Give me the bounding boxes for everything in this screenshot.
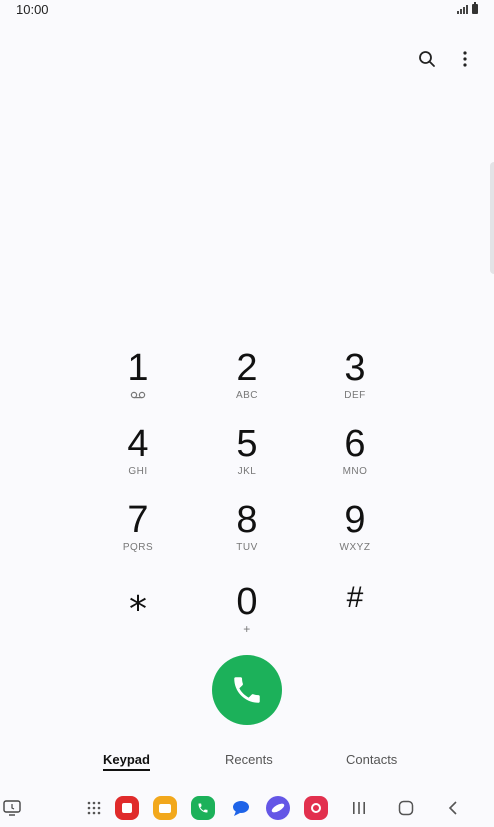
key-letters: MNO xyxy=(342,466,368,477)
key-7[interactable]: 7 PQRS xyxy=(84,500,192,570)
key-letters: TUV xyxy=(236,542,258,553)
messages-icon[interactable] xyxy=(227,794,255,822)
key-letters: GHI xyxy=(128,466,148,477)
key-0[interactable]: 0 + xyxy=(193,576,301,646)
key-digit: 9 xyxy=(344,499,366,541)
app-drawer-icon[interactable] xyxy=(80,794,108,822)
recent-screen-icon[interactable] xyxy=(0,794,26,822)
key-star[interactable]: ⁎ xyxy=(84,576,192,646)
battery-icon xyxy=(472,2,478,14)
key-digit: 2 xyxy=(236,347,258,389)
key-digit: 3 xyxy=(344,347,366,389)
files-icon[interactable] xyxy=(151,794,179,822)
signal-icon xyxy=(457,4,468,14)
key-digit: 5 xyxy=(236,423,258,465)
key-letters: PQRS xyxy=(122,542,154,553)
key-digit: 4 xyxy=(127,423,149,465)
key-1[interactable]: 1 xyxy=(84,348,192,418)
home-nav-icon[interactable] xyxy=(392,794,420,822)
key-letters: + xyxy=(243,622,251,636)
key-digit: 6 xyxy=(344,423,366,465)
key-letters: JKL xyxy=(237,466,257,477)
navigation-bar xyxy=(0,790,494,827)
more-options-icon[interactable] xyxy=(454,48,476,70)
top-actions xyxy=(416,48,476,70)
back-nav-icon[interactable] xyxy=(439,794,467,822)
key-digit: 8 xyxy=(236,499,258,541)
key-digit: 7 xyxy=(127,499,149,541)
key-3[interactable]: 3 DEF xyxy=(301,348,409,418)
key-4[interactable]: 4 GHI xyxy=(84,424,192,494)
key-6[interactable]: 6 MNO xyxy=(301,424,409,494)
browser-icon[interactable] xyxy=(264,794,292,822)
edge-panel-handle[interactable] xyxy=(490,162,494,274)
tab-keypad[interactable]: Keypad xyxy=(103,752,150,771)
key-hash[interactable]: # xyxy=(301,576,409,646)
key-9[interactable]: 9 WXYZ xyxy=(301,500,409,570)
key-2[interactable]: 2 ABC xyxy=(193,348,301,418)
key-8[interactable]: 8 TUV xyxy=(193,500,301,570)
status-bar: 10:00 xyxy=(0,0,494,22)
camera-icon[interactable] xyxy=(302,794,330,822)
phone-app-icon[interactable] xyxy=(189,794,217,822)
status-time: 10:00 xyxy=(16,2,49,17)
key-letters: DEF xyxy=(344,390,366,401)
app-red-icon[interactable] xyxy=(113,794,141,822)
phone-icon xyxy=(234,677,260,703)
bottom-tabs: Keypad Recents Contacts xyxy=(0,752,494,778)
tab-contacts[interactable]: Contacts xyxy=(346,752,397,767)
call-button[interactable] xyxy=(212,655,282,725)
key-digit: 0 xyxy=(236,581,258,623)
status-icons xyxy=(457,2,478,14)
key-digit: 1 xyxy=(127,347,149,389)
search-icon[interactable] xyxy=(416,48,438,70)
key-5[interactable]: 5 JKL xyxy=(193,424,301,494)
key-digit: # xyxy=(346,581,364,614)
voicemail-icon xyxy=(130,391,146,399)
key-letters: ABC xyxy=(235,390,259,401)
key-letters: WXYZ xyxy=(339,542,371,553)
key-digit: ⁎ xyxy=(129,577,147,618)
recents-nav-icon[interactable] xyxy=(345,794,373,822)
tab-recents[interactable]: Recents xyxy=(225,752,273,767)
